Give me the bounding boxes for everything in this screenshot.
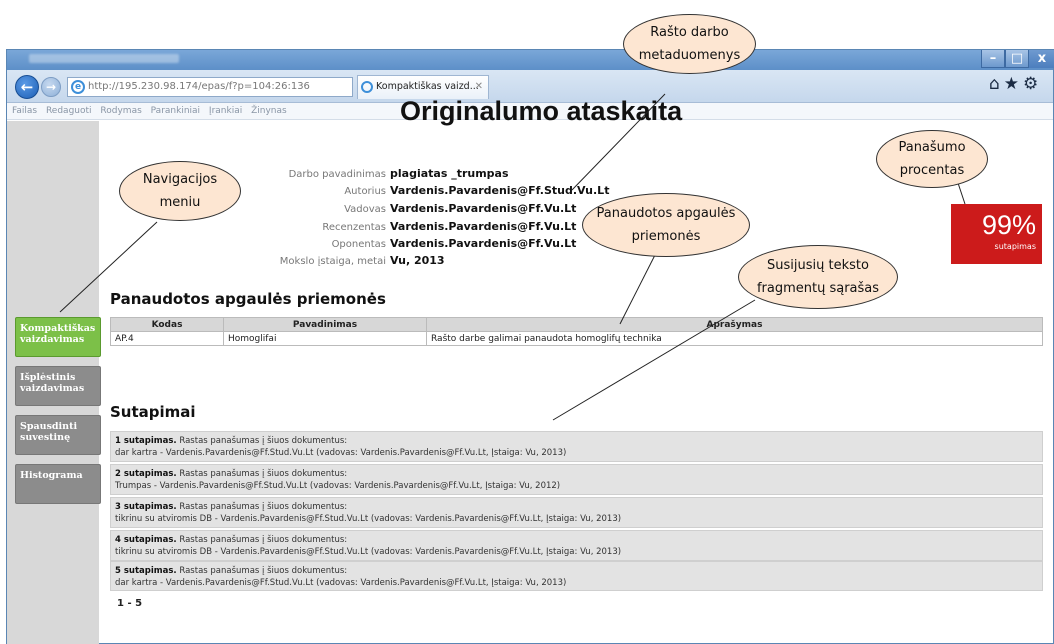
tab-title: Kompaktiškas vaizd... [376,81,479,92]
settings-gear-icon[interactable]: ⚙ [1023,74,1042,94]
match-title: 3 sutapimas. [115,502,177,512]
match-intro: Rastas panašumas į šiuos dokumentus: [179,469,348,479]
match-detail: Trumpas - Vardenis.Pavardenis@Ff.Stud.Vu… [115,481,561,491]
table-cell: AP.4 [110,331,224,346]
meta-value: Vardenis.Pavardenis@Ff.Vu.Lt [390,237,577,250]
techniques-heading: Panaudotos apgaulės priemonės [110,290,386,308]
column-header: Kodas [110,317,224,332]
maximize-button[interactable]: □ [1005,50,1029,68]
meta-label: Recenzentas [322,222,386,233]
nav-histogram[interactable]: Histograma [15,464,101,504]
similarity-score-badge: 99% sutapimas [951,204,1042,264]
match-intro: Rastas panašumas į šiuos dokumentus: [179,502,348,512]
callout-line: metaduomenys [638,48,741,63]
table-cell: Homoglifai [223,331,427,346]
callout-line: Panašumo [898,140,966,155]
match-title: 1 sutapimas. [115,436,177,446]
match-detail: tikrinu su atviromis DB - Vardenis.Pavar… [115,547,622,557]
tab-close-icon[interactable]: ✕ [475,76,483,98]
match-title: 5 sutapimas. [115,566,177,576]
toolbar-right-icons: ⌂★⚙ [989,74,1042,94]
column-header: Aprašymas [426,317,1043,332]
minimize-button[interactable]: – [981,50,1005,68]
menu-tools[interactable]: Įrankiai [209,106,242,116]
callout-line: Rašto darbo [650,25,729,40]
meta-label: Vadovas [344,204,386,215]
meta-label: Oponentas [331,239,386,250]
window-titlebar: – □ x [7,50,1054,70]
match-item[interactable]: 4 sutapimas. Rastas panašumas į šiuos do… [110,530,1043,561]
meta-row-supervisor: Vadovas Vardenis.Pavardenis@Ff.Vu.Lt [240,202,576,215]
favorites-star-icon[interactable]: ★ [1004,74,1023,94]
callout-line: Susijusių teksto [767,258,869,273]
nav-compact-view[interactable]: Kompaktiškas vaizdavimas [15,317,101,357]
meta-value: Vardenis.Pavardenis@Ff.Vu.Lt [390,202,577,215]
callout-line: Panaudotos apgaulės [596,206,736,221]
address-text: http://195.230.98.174/epas/f?p=104:26:13… [88,81,310,92]
home-icon[interactable]: ⌂ [989,74,1004,94]
forward-arrow-icon[interactable]: → [41,77,61,97]
table-header-row: Kodas Pavadinimas Aprašymas [110,317,1043,332]
callout-line: meniu [159,195,201,210]
table-row: AP.4 Homoglifai Rašto darbe galimai pana… [110,331,1043,346]
callout-techniques: Panaudotos apgaulės priemonės [582,193,750,257]
meta-value: plagiatas _trumpas [390,167,509,180]
menu-help[interactable]: Žinynas [251,106,287,116]
callout-similarity: Panašumo procentas [876,130,988,188]
pagination-range: 1 - 5 [117,598,143,609]
tab-ie-icon [361,81,373,93]
menu-file[interactable]: Failas [12,106,37,116]
similarity-percent: 99% [981,210,1036,240]
meta-label: Darbo pavadinimas [288,169,386,180]
menu-view[interactable]: Rodymas [100,106,141,116]
meta-value: Vardenis.Pavardenis@Ff.Vu.Lt [390,220,577,233]
match-item[interactable]: 2 sutapimas. Rastas panašumas į šiuos do… [110,464,1043,495]
match-intro: Rastas panašumas į šiuos dokumentus: [179,535,348,545]
nav-print-summary[interactable]: Spausdinti suvestinę [15,415,101,455]
close-button[interactable]: x [1029,50,1054,68]
column-header: Pavadinimas [223,317,427,332]
match-title: 2 sutapimas. [115,469,177,479]
ie-logo-icon: e [71,80,85,94]
callout-fragments: Susijusių teksto fragmentų sąrašas [738,245,898,309]
match-detail: dar kartra - Vardenis.Pavardenis@Ff.Stud… [115,578,567,588]
callout-metadata: Rašto darbo metaduomenys [623,14,756,74]
report-title: Originalumo ataskaita [400,96,683,126]
meta-row-opponent: Oponentas Vardenis.Pavardenis@Ff.Vu.Lt [240,237,577,250]
nav-extended-view[interactable]: Išplėstinis vaizdavimas [15,366,101,406]
window-title-blurred [29,54,179,63]
address-bar[interactable]: e http://195.230.98.174/epas/f?p=104:26:… [67,77,353,97]
meta-label: Autorius [344,186,386,197]
meta-row-reviewer: Recenzentas Vardenis.Pavardenis@Ff.Vu.Lt [240,220,576,233]
screenshot-root: { "browser": { "address": "http://195.23… [0,0,1054,644]
match-item[interactable]: 5 sutapimas. Rastas panašumas į šiuos do… [110,561,1043,591]
match-intro: Rastas panašumas į šiuos dokumentus: [179,436,348,446]
callout-line: procentas [899,163,965,178]
meta-label: Mokslo įstaiga, metai [279,256,386,267]
callout-line: Navigacijos [142,172,218,187]
meta-value: Vu, 2013 [390,254,445,267]
meta-value: Vardenis.Pavardenis@Ff.Stud.Vu.Lt [390,184,610,197]
meta-row-institution: Mokslo įstaiga, metai Vu, 2013 [240,254,445,267]
back-arrow-icon[interactable]: ← [15,75,39,99]
callout-navigation: Navigacijos meniu [119,161,241,221]
match-item[interactable]: 3 sutapimas. Rastas panašumas į šiuos do… [110,497,1043,528]
match-intro: Rastas panašumas į šiuos dokumentus: [179,566,348,576]
meta-row-title: Darbo pavadinimas plagiatas _trumpas [240,167,509,180]
callout-line: priemonės [631,229,701,244]
table-cell: Rašto darbe galimai panaudota homoglifų … [426,331,1043,346]
match-detail: dar kartra - Vardenis.Pavardenis@Ff.Stud… [115,448,567,458]
menu-favorites[interactable]: Parankiniai [151,106,200,116]
navigation-sidebar: Kompaktiškas vaizdavimas Išplėstinis vai… [7,121,101,644]
match-item[interactable]: 1 sutapimas. Rastas panašumas į šiuos do… [110,431,1043,462]
similarity-label: sutapimas [994,242,1036,251]
matches-heading: Sutapimai [110,403,196,421]
meta-row-author: Autorius Vardenis.Pavardenis@Ff.Stud.Vu.L… [240,184,609,197]
match-detail: tikrinu su atviromis DB - Vardenis.Pavar… [115,514,622,524]
menu-edit[interactable]: Redaguoti [46,106,92,116]
match-title: 4 sutapimas. [115,535,177,545]
callout-line: fragmentų sąrašas [756,281,880,296]
techniques-table: Kodas Pavadinimas Aprašymas AP.4 Homogli… [110,317,1043,346]
